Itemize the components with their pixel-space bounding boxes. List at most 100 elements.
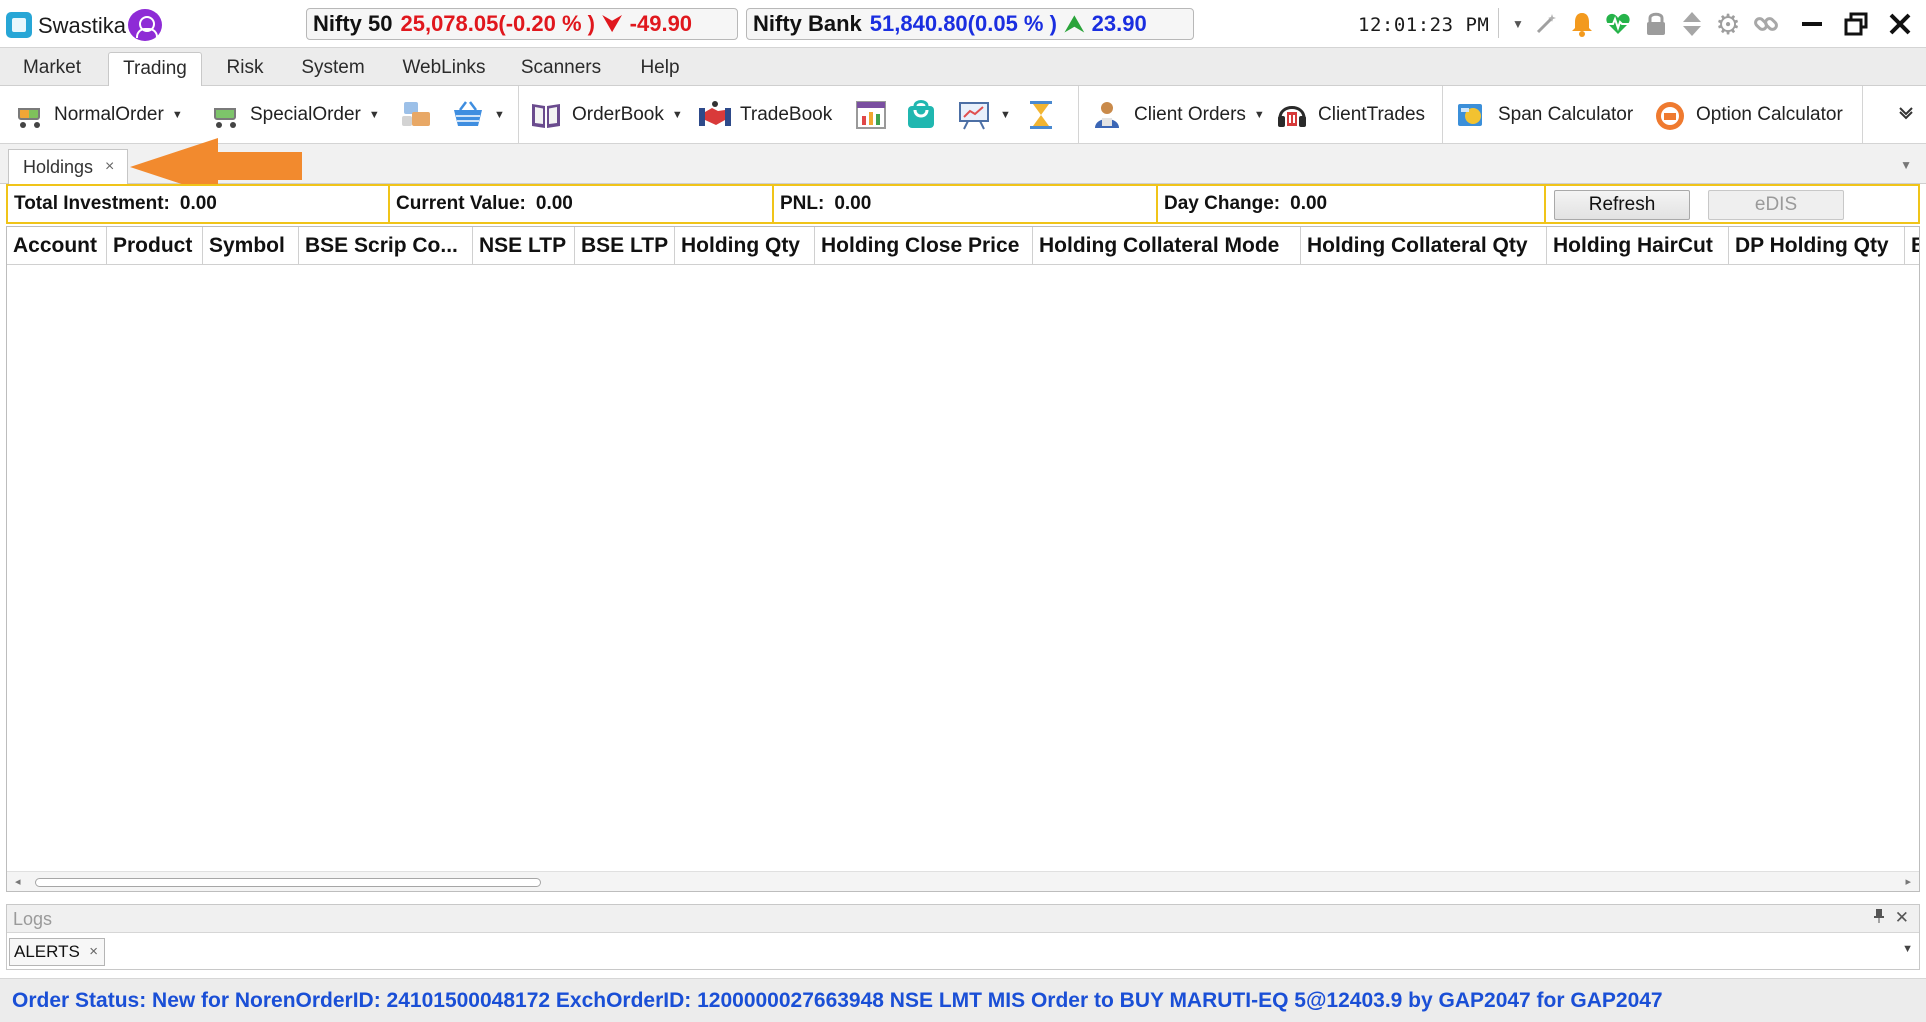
day-change-label: Day Change: (1164, 193, 1281, 214)
index-change-percent: -0.20 % ) (505, 11, 595, 36)
shopping-bag-button[interactable] (906, 96, 940, 134)
chevron-down-icon[interactable] (1898, 104, 1914, 125)
column-header-holding-haircut[interactable]: Holding HairCut (1547, 227, 1729, 265)
shopping-bag-icon (906, 100, 940, 130)
link-icon[interactable] (1752, 10, 1780, 38)
tab-market[interactable]: Market (8, 52, 96, 86)
calendar-chart-icon (856, 100, 890, 130)
calendar-chart-button[interactable] (856, 96, 890, 134)
client-trades-label: ClientTrades (1318, 104, 1426, 125)
column-header-dp-holding-qty[interactable]: DP Holding Qty (1729, 227, 1905, 265)
dropdown-arrow-icon[interactable]: ▼ (672, 109, 683, 121)
dropdown-arrow-icon[interactable]: ▼ (172, 109, 183, 121)
trade-book-button[interactable]: TradeBook (698, 96, 832, 134)
special-order-label: SpecialOrder (250, 104, 361, 125)
tab-holdings[interactable]: Holdings × (8, 149, 128, 184)
dropdown-arrow-icon[interactable]: ▼ (1504, 10, 1532, 38)
scrollbar-thumb[interactable] (35, 878, 541, 887)
index-ticker-niftybank[interactable]: Nifty Bank 51,840.80( 0.05 % ) ⮝ 23.90 (746, 8, 1194, 40)
column-header-b[interactable]: B (1905, 227, 1919, 265)
arrow-down-icon: ⮟ (602, 11, 622, 36)
boxes-tool-button[interactable] (402, 96, 436, 134)
heartbeat-icon[interactable] (1604, 10, 1632, 38)
dropdown-arrow-icon[interactable]: ▼ (494, 109, 505, 121)
dropdown-arrow-icon[interactable]: ▼ (1902, 943, 1913, 955)
tab-risk[interactable]: Risk (210, 52, 280, 86)
edis-button[interactable]: eDIS (1708, 190, 1844, 220)
dropdown-arrow-icon[interactable]: ▼ (369, 109, 380, 121)
normal-order-label: NormalOrder (54, 104, 164, 125)
current-value-label: Current Value: (396, 193, 526, 214)
dropdown-arrow-icon[interactable]: ▼ (1254, 109, 1265, 121)
tab-help[interactable]: Help (628, 52, 692, 86)
pnl-label: PNL: (780, 193, 825, 214)
horizontal-scrollbar[interactable]: ◂ ▸ (7, 871, 1919, 891)
column-header-holding-qty[interactable]: Holding Qty (675, 227, 815, 265)
presentation-button[interactable]: ▼ (958, 96, 1011, 134)
column-header-bse-ltp[interactable]: BSE LTP (575, 227, 675, 265)
column-header-holding-collateral-qty[interactable]: Holding Collateral Qty (1301, 227, 1547, 265)
arrow-up-icon: ⮝ (1064, 11, 1084, 36)
column-header-holding-close-price[interactable]: Holding Close Price (815, 227, 1033, 265)
menu-bar: Market Trading Risk System WebLinks Scan… (0, 48, 1926, 87)
toolbar: NormalOrder ▼ SpecialOrder ▼ ▼ OrderBook… (0, 86, 1926, 144)
restore-icon[interactable] (1842, 10, 1870, 38)
order-book-button[interactable]: OrderBook ▼ (530, 96, 683, 134)
column-header-symbol[interactable]: Symbol (203, 227, 299, 265)
scroll-left-icon[interactable]: ◂ (15, 875, 21, 888)
magic-wand-icon[interactable] (1532, 10, 1560, 38)
bell-icon[interactable] (1568, 10, 1596, 38)
toolbar-divider (518, 86, 519, 144)
client-orders-label: Client Orders (1134, 104, 1246, 125)
tab-alerts[interactable]: ALERTS × (9, 938, 105, 966)
pin-icon[interactable] (1873, 909, 1885, 927)
headset-icon (1276, 100, 1310, 130)
hourglass-button[interactable] (1028, 96, 1062, 134)
toolbar-divider (1442, 86, 1443, 144)
client-orders-button[interactable]: Client Orders ▼ (1092, 96, 1265, 134)
column-header-holding-collateral-mode[interactable]: Holding Collateral Mode (1033, 227, 1301, 265)
index-value: 25,078.05( (400, 11, 506, 36)
tab-trading[interactable]: Trading (108, 52, 202, 87)
option-calculator-button[interactable]: Option Calculator (1654, 96, 1843, 134)
span-calculator-button[interactable]: Span Calculator (1456, 96, 1633, 134)
column-header-account[interactable]: Account (7, 227, 107, 265)
tab-weblinks[interactable]: WebLinks (392, 52, 496, 86)
dropdown-arrow-icon[interactable]: ▼ (1000, 109, 1011, 121)
sort-arrows-icon[interactable] (1678, 10, 1706, 38)
column-header-product[interactable]: Product (107, 227, 203, 265)
scroll-right-icon[interactable]: ▸ (1905, 875, 1911, 888)
column-header-bse-scrip-code[interactable]: BSE Scrip Co... (299, 227, 473, 265)
minimize-icon[interactable] (1798, 10, 1826, 38)
lock-icon[interactable] (1642, 10, 1670, 38)
close-icon[interactable] (1886, 10, 1914, 38)
calculator-globe-icon (1456, 100, 1490, 130)
holdings-table: Account Product Symbol BSE Scrip Co... N… (6, 226, 1920, 892)
trade-book-label: TradeBook (740, 104, 833, 125)
tab-list-dropdown-icon[interactable]: ▼ (1900, 158, 1912, 172)
close-tab-icon[interactable]: × (105, 158, 114, 176)
gear-icon[interactable]: ⚙ (1714, 9, 1742, 40)
toolbar-divider (1862, 86, 1863, 144)
clock: 12:01:23 PM (1358, 14, 1490, 36)
normal-order-button[interactable]: NormalOrder ▼ (12, 96, 183, 134)
tab-system[interactable]: System (290, 52, 376, 86)
column-header-nse-ltp[interactable]: NSE LTP (473, 227, 575, 265)
index-name: Nifty 50 (313, 11, 393, 36)
close-tab-icon[interactable]: × (89, 939, 98, 965)
basket-button[interactable]: ▼ (452, 96, 505, 134)
tab-alerts-label: ALERTS (14, 942, 80, 961)
close-icon[interactable]: ✕ (1895, 908, 1909, 928)
logs-header: Logs ✕ (7, 905, 1919, 933)
special-order-button[interactable]: SpecialOrder ▼ (208, 96, 380, 134)
index-value: 51,840.80( (869, 11, 975, 36)
pnl: PNL: 0.00 (774, 186, 1158, 222)
client-trades-button[interactable]: ClientTrades (1276, 96, 1425, 134)
tab-scanners[interactable]: Scanners (512, 52, 610, 86)
refresh-button[interactable]: Refresh (1554, 190, 1690, 220)
total-investment: Total Investment: 0.00 (8, 186, 390, 222)
title-bar: Swastika Nifty 50 25,078.05( -0.20 % ) ⮟… (0, 0, 1926, 48)
index-ticker-nifty50[interactable]: Nifty 50 25,078.05( -0.20 % ) ⮟ -49.90 (306, 8, 738, 40)
user-profile-icon[interactable] (128, 9, 162, 41)
boxes-icon (402, 100, 436, 130)
